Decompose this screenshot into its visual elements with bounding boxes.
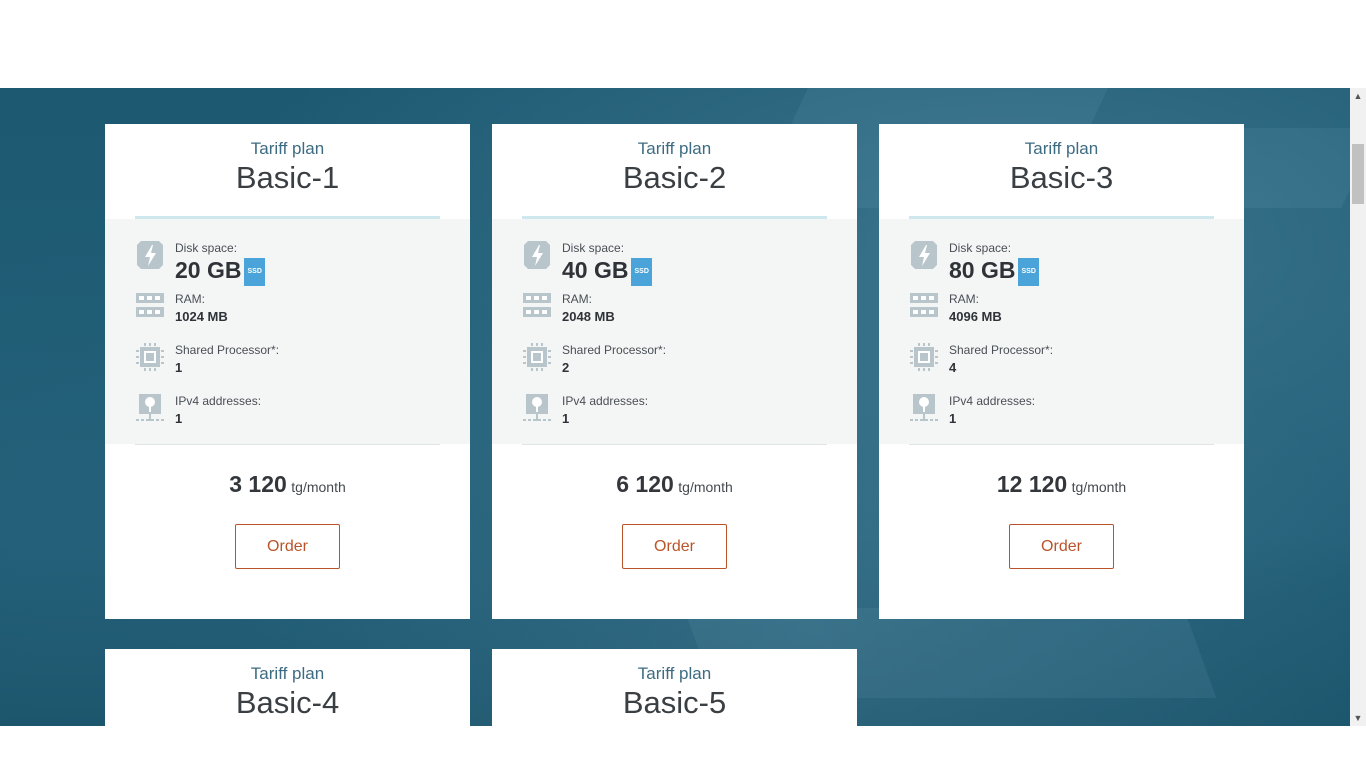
spec-value: 1 <box>949 411 957 426</box>
page-scrollbar[interactable]: ▲ ▼ <box>1350 88 1366 726</box>
plan-name: Basic-3 <box>1009 160 1114 195</box>
divider <box>909 444 1214 445</box>
plan-subtitle: Tariff plan <box>637 139 712 158</box>
spec-label: Shared Processor*: <box>949 343 1054 357</box>
spec-list: Disk space: 80 GB SSD RAM: 4096 MB Shared… <box>879 219 1244 444</box>
order-button[interactable]: Order <box>1009 524 1114 569</box>
price-amount: 3 120 <box>229 471 287 497</box>
plan-price: 3 120 tg/month <box>105 471 470 498</box>
spec-value: 2048 MB <box>562 309 615 324</box>
spec-label: RAM: <box>175 292 205 306</box>
plan-card-basic-3: Tariff plan Basic-3 Disk space: 80 GB SSD… <box>879 124 1244 619</box>
plan-card-basic-2: Tariff plan Basic-2 Disk space: 40 GB SSD… <box>492 124 857 619</box>
plan-price: 6 120 tg/month <box>492 471 857 498</box>
price-unit: tg/month <box>291 479 346 495</box>
plan-card-basic-4: Tariff plan Basic-4 <box>105 649 470 726</box>
divider <box>135 444 440 445</box>
top-blank-area <box>0 0 1350 88</box>
disk-value: 20 GB <box>175 257 242 283</box>
divider <box>522 444 827 445</box>
spec-ram: RAM: 2048 MB <box>522 290 827 326</box>
spec-ram: RAM: 4096 MB <box>909 290 1214 326</box>
scroll-down-arrow-icon[interactable]: ▼ <box>1350 710 1366 726</box>
plan-card-basic-1: Tariff plan Basic-1 Disk space: 20 GB SSD… <box>105 124 470 619</box>
plan-name: Basic-5 <box>622 685 727 720</box>
ssd-badge: SSD <box>631 257 652 286</box>
spec-label: IPv4 addresses: <box>175 394 262 408</box>
lightning-disk-icon <box>524 241 550 269</box>
spec-label: Shared Processor*: <box>175 343 280 357</box>
spec-label: RAM: <box>562 292 592 306</box>
bottom-blank-area <box>0 726 1366 768</box>
spec-ip: IPv4 addresses: 1 <box>909 392 1214 428</box>
ram-module-icon <box>136 293 164 317</box>
spec-cpu: Shared Processor*: 1 <box>135 341 440 377</box>
spec-cpu: Shared Processor*: 2 <box>522 341 827 377</box>
plan-subtitle: Tariff plan <box>637 664 712 683</box>
spec-ram: RAM: 1024 MB <box>135 290 440 326</box>
spec-label: Shared Processor*: <box>562 343 667 357</box>
spec-value: 80 GB SSD <box>949 257 1039 286</box>
spec-list: Disk space: 40 GB SSD RAM: 2048 MB Shared… <box>492 219 857 444</box>
ssd-badge: SSD <box>1018 257 1039 286</box>
spec-value: 1 <box>175 411 183 426</box>
plan-subtitle: Tariff plan <box>250 139 325 158</box>
spec-label: RAM: <box>949 292 979 306</box>
spec-value: 1 <box>175 360 183 375</box>
spec-ip: IPv4 addresses: 1 <box>522 392 827 428</box>
spec-disk: Disk space: 80 GB SSD <box>909 239 1214 286</box>
plan-header: Tariff plan Basic-2 <box>492 124 857 196</box>
network-location-icon <box>910 394 938 421</box>
disk-value: 40 GB <box>562 257 629 283</box>
processor-chip-icon <box>136 343 164 371</box>
processor-chip-icon <box>910 343 938 371</box>
price-amount: 6 120 <box>616 471 674 497</box>
spec-value: 1024 MB <box>175 309 228 324</box>
plan-name: Basic-1 <box>235 160 340 195</box>
spec-label: IPv4 addresses: <box>949 394 1036 408</box>
price-unit: tg/month <box>1071 479 1127 495</box>
spec-disk: Disk space: 40 GB SSD <box>522 239 827 286</box>
plan-header: Tariff plan Basic-5 <box>492 649 857 721</box>
plan-subtitle: Tariff plan <box>1024 139 1099 158</box>
plans-section: Tariff plan Basic-1 Disk space: 20 GB SSD… <box>0 88 1350 726</box>
ram-module-icon <box>523 293 551 317</box>
spec-value: 4096 MB <box>949 309 1002 324</box>
price-unit: tg/month <box>678 479 733 495</box>
spec-value: 4 <box>949 360 957 375</box>
order-button[interactable]: Order <box>235 524 340 569</box>
processor-chip-icon <box>523 343 551 371</box>
spec-value: 20 GB SSD <box>175 257 265 286</box>
plan-header: Tariff plan Basic-3 <box>879 124 1244 196</box>
disk-value: 80 GB <box>949 257 1016 283</box>
plan-name: Basic-4 <box>235 685 340 720</box>
spec-label: IPv4 addresses: <box>562 394 649 408</box>
spec-disk: Disk space: 20 GB SSD <box>135 239 440 286</box>
spec-value: 1 <box>562 411 570 426</box>
network-location-icon <box>136 394 164 421</box>
plan-name: Basic-2 <box>622 160 727 195</box>
spec-ip: IPv4 addresses: 1 <box>135 392 440 428</box>
spec-cpu: Shared Processor*: 4 <box>909 341 1214 377</box>
spec-value: 40 GB SSD <box>562 257 652 286</box>
lightning-disk-icon <box>137 241 163 269</box>
scroll-up-arrow-icon[interactable]: ▲ <box>1350 88 1366 104</box>
network-location-icon <box>523 394 551 421</box>
plan-card-basic-5: Tariff plan Basic-5 <box>492 649 857 726</box>
scroll-thumb[interactable] <box>1352 144 1364 204</box>
ram-module-icon <box>910 293 938 317</box>
spec-value: 2 <box>562 360 570 375</box>
plan-price: 12 120 tg/month <box>879 471 1244 498</box>
plan-header: Tariff plan Basic-1 <box>105 124 470 196</box>
plan-subtitle: Tariff plan <box>250 664 325 683</box>
order-button[interactable]: Order <box>622 524 727 569</box>
plan-header: Tariff plan Basic-4 <box>105 649 470 721</box>
spec-label: Disk space: <box>175 241 238 255</box>
spec-label: Disk space: <box>562 241 625 255</box>
price-amount: 12 120 <box>996 471 1068 497</box>
spec-label: Disk space: <box>949 241 1012 255</box>
lightning-disk-icon <box>911 241 937 269</box>
ssd-badge: SSD <box>244 257 265 286</box>
spec-list: Disk space: 20 GB SSD RAM: 1024 MB Shared… <box>105 219 470 444</box>
